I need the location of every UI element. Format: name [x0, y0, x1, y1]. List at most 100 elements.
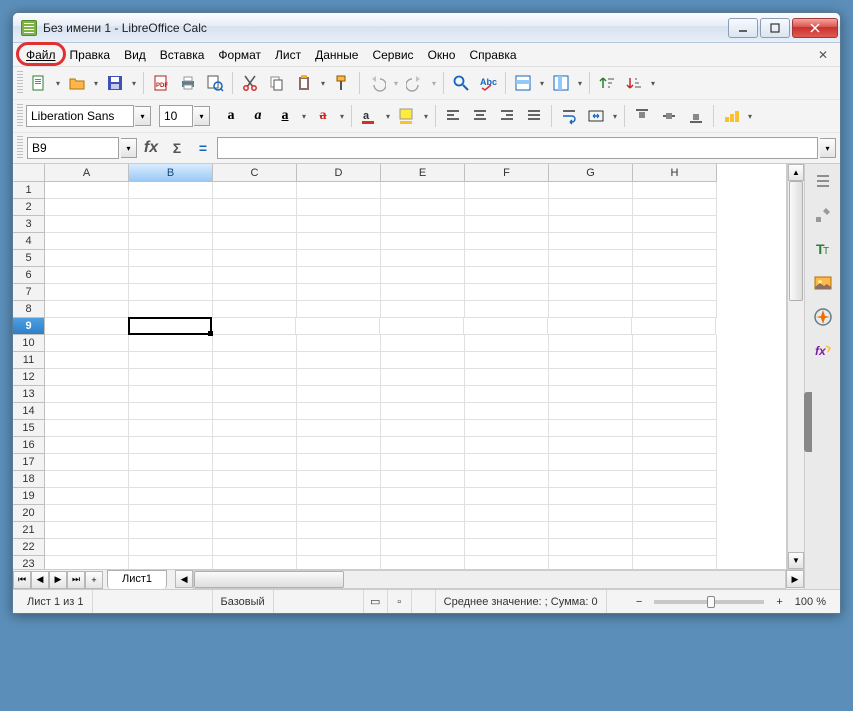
font-size-dropdown[interactable]: ▾ [194, 106, 210, 126]
scroll-thumb[interactable] [789, 181, 803, 301]
row-header-9[interactable]: 9 [13, 318, 45, 335]
open-dropdown[interactable]: ▾ [91, 79, 101, 88]
cell-H20[interactable] [633, 505, 717, 522]
status-insert-mode[interactable]: ▭ [364, 590, 388, 613]
cell-A2[interactable] [45, 199, 129, 216]
sort-asc-icon[interactable] [594, 70, 620, 96]
cell-G18[interactable] [549, 471, 633, 488]
cell-F21[interactable] [465, 522, 549, 539]
add-sheet-button[interactable]: + [85, 571, 103, 589]
cell-A17[interactable] [45, 454, 129, 471]
column-header-E[interactable]: E [381, 164, 465, 182]
cell-E6[interactable] [381, 267, 465, 284]
cell-G3[interactable] [549, 216, 633, 233]
cell-F17[interactable] [465, 454, 549, 471]
cell-D21[interactable] [297, 522, 381, 539]
cell-A4[interactable] [45, 233, 129, 250]
cell-C17[interactable] [213, 454, 297, 471]
cell-F16[interactable] [465, 437, 549, 454]
select-all-corner[interactable] [13, 164, 45, 182]
cell-G22[interactable] [549, 539, 633, 556]
cell-G13[interactable] [549, 386, 633, 403]
column-header-G[interactable]: G [549, 164, 633, 182]
cell-F5[interactable] [465, 250, 549, 267]
cell-H12[interactable] [633, 369, 717, 386]
font-name-dropdown[interactable]: ▾ [135, 106, 151, 126]
cell-H7[interactable] [633, 284, 717, 301]
cell-H18[interactable] [633, 471, 717, 488]
cell-C10[interactable] [213, 335, 297, 352]
cell-G9[interactable] [548, 318, 632, 335]
row-header-11[interactable]: 11 [13, 352, 45, 369]
cell-C23[interactable] [213, 556, 297, 569]
cell-G4[interactable] [549, 233, 633, 250]
cell-G10[interactable] [549, 335, 633, 352]
cell-F4[interactable] [465, 233, 549, 250]
cell-C12[interactable] [213, 369, 297, 386]
italic-icon[interactable]: a [245, 103, 271, 129]
cell-F13[interactable] [465, 386, 549, 403]
row-icon[interactable] [510, 70, 536, 96]
cell-A15[interactable] [45, 420, 129, 437]
row-header-6[interactable]: 6 [13, 267, 45, 284]
cell-A12[interactable] [45, 369, 129, 386]
cell-H5[interactable] [633, 250, 717, 267]
strikethrough-icon[interactable]: a [310, 103, 336, 129]
align-left-icon[interactable] [440, 103, 466, 129]
cell-E22[interactable] [381, 539, 465, 556]
cell-C18[interactable] [213, 471, 297, 488]
status-style[interactable]: Базовый [213, 590, 274, 613]
cell-H13[interactable] [633, 386, 717, 403]
row-header-2[interactable]: 2 [13, 199, 45, 216]
minimize-button[interactable] [728, 18, 758, 38]
cell-D22[interactable] [297, 539, 381, 556]
cell-B11[interactable] [129, 352, 213, 369]
tab-next-icon[interactable]: ▶ [49, 571, 67, 589]
menu-file[interactable]: Файл [19, 46, 63, 64]
spellcheck-icon[interactable]: Abc [475, 70, 501, 96]
cell-G6[interactable] [549, 267, 633, 284]
print-preview-icon[interactable] [202, 70, 228, 96]
tab-first-icon[interactable]: ⏮ [13, 571, 31, 589]
cell-G15[interactable] [549, 420, 633, 437]
cell-E2[interactable] [381, 199, 465, 216]
tab-last-icon[interactable]: ⏭ [67, 571, 85, 589]
close-document-button[interactable]: ✕ [812, 46, 834, 64]
cell-A7[interactable] [45, 284, 129, 301]
cell-F12[interactable] [465, 369, 549, 386]
menu-view[interactable]: Вид [117, 46, 153, 64]
row-header-20[interactable]: 20 [13, 505, 45, 522]
highlight-dropdown[interactable]: ▾ [383, 112, 393, 121]
zoom-out-button[interactable]: − [632, 596, 646, 608]
clone-formatting-icon[interactable] [329, 70, 355, 96]
toolbar-overflow[interactable]: ▾ [648, 79, 658, 88]
bold-icon[interactable]: a [218, 103, 244, 129]
cell-F8[interactable] [465, 301, 549, 318]
cell-G14[interactable] [549, 403, 633, 420]
cell-D16[interactable] [297, 437, 381, 454]
cell-D8[interactable] [297, 301, 381, 318]
highlight-color-icon[interactable]: a [356, 103, 382, 129]
cell-F11[interactable] [465, 352, 549, 369]
cell-E17[interactable] [381, 454, 465, 471]
find-replace-icon[interactable] [448, 70, 474, 96]
cell-D6[interactable] [297, 267, 381, 284]
cell-C15[interactable] [213, 420, 297, 437]
cell-E7[interactable] [381, 284, 465, 301]
cell-E13[interactable] [381, 386, 465, 403]
status-selection-mode[interactable]: ▫ [388, 590, 412, 613]
sort-desc-icon[interactable] [621, 70, 647, 96]
cell-A20[interactable] [45, 505, 129, 522]
scroll-left-icon[interactable]: ◀ [175, 570, 193, 588]
cell-E10[interactable] [381, 335, 465, 352]
print-icon[interactable] [175, 70, 201, 96]
cell-C21[interactable] [213, 522, 297, 539]
cell-F22[interactable] [465, 539, 549, 556]
sidebar-settings-icon[interactable] [810, 168, 836, 194]
cell-G11[interactable] [549, 352, 633, 369]
cell-F15[interactable] [465, 420, 549, 437]
cell-C3[interactable] [213, 216, 297, 233]
scroll-down-icon[interactable]: ▼ [788, 552, 804, 569]
cell-B3[interactable] [129, 216, 213, 233]
cell-A21[interactable] [45, 522, 129, 539]
